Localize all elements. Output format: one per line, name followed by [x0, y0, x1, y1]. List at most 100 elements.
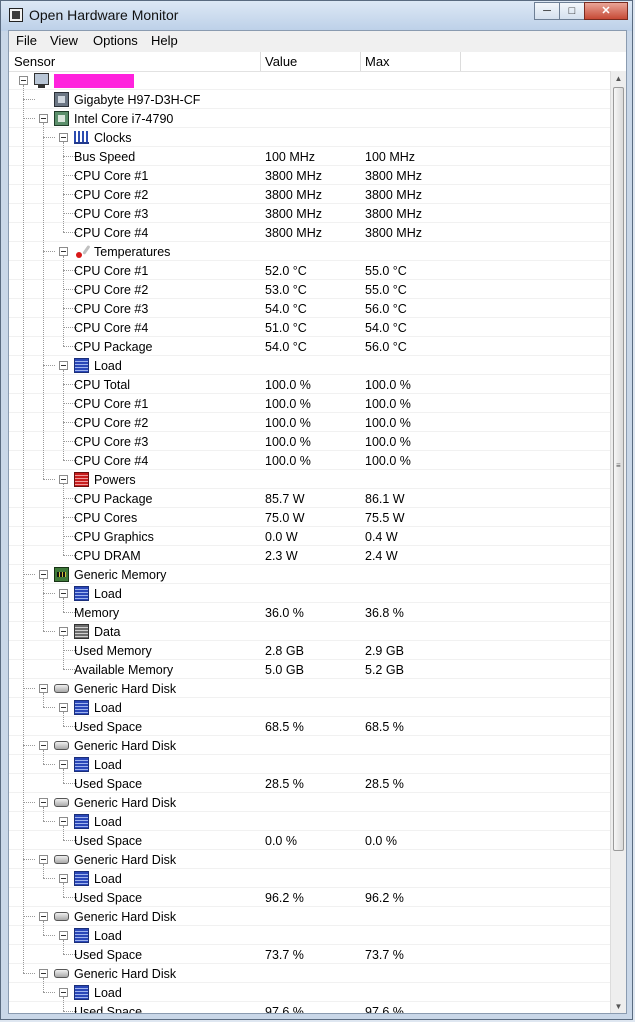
- tree-node-row[interactable]: Generic Memory: [9, 565, 610, 584]
- collapse-toggle-icon[interactable]: [59, 627, 68, 636]
- sensor-row[interactable]: CPU Core #3 54.0 °C 56.0 °C: [9, 299, 610, 318]
- sensor-row[interactable]: Used Space 68.5 % 68.5 %: [9, 717, 610, 736]
- tree-node-row[interactable]: Generic Hard Disk: [9, 907, 610, 926]
- tree-node-row[interactable]: Load: [9, 812, 610, 831]
- sensor-row[interactable]: CPU Core #2 53.0 °C 55.0 °C: [9, 280, 610, 299]
- collapse-toggle-icon[interactable]: [19, 76, 28, 85]
- close-button[interactable]: ✕: [584, 2, 628, 20]
- sensor-row[interactable]: Memory 36.0 % 36.8 %: [9, 603, 610, 622]
- menu-bar: File View Options Help: [9, 31, 626, 53]
- scroll-thumb[interactable]: ≡: [613, 87, 624, 851]
- menu-view[interactable]: View: [47, 33, 81, 48]
- sensor-row[interactable]: CPU Graphics 0.0 W 0.4 W: [9, 527, 610, 546]
- sensor-row[interactable]: Bus Speed 100 MHz 100 MHz: [9, 147, 610, 166]
- tree-node-row[interactable]: Clocks: [9, 128, 610, 147]
- column-divider[interactable]: [460, 52, 461, 71]
- tree-node-row[interactable]: Load: [9, 983, 610, 1002]
- app-icon[interactable]: [9, 8, 23, 22]
- scroll-down-arrow-icon[interactable]: ▼: [611, 999, 626, 1013]
- sensor-row[interactable]: CPU Cores 75.0 W 75.5 W: [9, 508, 610, 527]
- scroll-up-arrow-icon[interactable]: ▲: [611, 71, 626, 87]
- tree-node-row[interactable]: Intel Core i7-4790: [9, 109, 610, 128]
- vertical-scrollbar[interactable]: ▲ ≡ ▼: [610, 71, 626, 1013]
- collapse-toggle-icon[interactable]: [39, 570, 48, 579]
- collapse-toggle-icon[interactable]: [39, 798, 48, 807]
- sensor-row[interactable]: CPU Total 100.0 % 100.0 %: [9, 375, 610, 394]
- menu-help[interactable]: Help: [148, 33, 181, 48]
- sensor-row[interactable]: CPU Core #2 100.0 % 100.0 %: [9, 413, 610, 432]
- tree-node-row[interactable]: Powers: [9, 470, 610, 489]
- sensor-row[interactable]: CPU Core #3 3800 MHz 3800 MHz: [9, 204, 610, 223]
- column-divider[interactable]: [260, 52, 261, 71]
- sensor-row[interactable]: Used Space 73.7 % 73.7 %: [9, 945, 610, 964]
- tree-node-row[interactable]: Gigabyte H97-D3H-CF: [9, 90, 610, 109]
- sensor-max: 3800 MHz: [365, 188, 422, 202]
- sensor-value: 54.0 °C: [265, 340, 307, 354]
- maximize-button[interactable]: □: [559, 2, 585, 20]
- collapse-toggle-icon[interactable]: [59, 760, 68, 769]
- tree-node-row[interactable]: Generic Hard Disk: [9, 793, 610, 812]
- tree-node-row[interactable]: Temperatures: [9, 242, 610, 261]
- sensor-row[interactable]: CPU Package 54.0 °C 56.0 °C: [9, 337, 610, 356]
- collapse-toggle-icon[interactable]: [59, 361, 68, 370]
- collapse-toggle-icon[interactable]: [59, 988, 68, 997]
- tree-node-row[interactable]: Load: [9, 869, 610, 888]
- tree-node-row[interactable]: Load: [9, 926, 610, 945]
- sensor-row[interactable]: CPU Package 85.7 W 86.1 W: [9, 489, 610, 508]
- sensor-row[interactable]: Used Memory 2.8 GB 2.9 GB: [9, 641, 610, 660]
- sensor-value: 5.0 GB: [265, 663, 304, 677]
- tree-node-row[interactable]: [9, 71, 610, 90]
- collapse-toggle-icon[interactable]: [59, 475, 68, 484]
- collapse-toggle-icon[interactable]: [39, 969, 48, 978]
- sensor-row[interactable]: Used Space 28.5 % 28.5 %: [9, 774, 610, 793]
- tree-node-row[interactable]: Generic Hard Disk: [9, 736, 610, 755]
- sensor-row[interactable]: Used Space 96.2 % 96.2 %: [9, 888, 610, 907]
- sensor-row[interactable]: Used Space 97.6 % 97.6 %: [9, 1002, 610, 1013]
- collapse-toggle-icon[interactable]: [59, 247, 68, 256]
- collapse-toggle-icon[interactable]: [59, 874, 68, 883]
- menu-file[interactable]: File: [13, 33, 40, 48]
- collapse-toggle-icon[interactable]: [39, 741, 48, 750]
- sensor-row[interactable]: CPU Core #4 100.0 % 100.0 %: [9, 451, 610, 470]
- tree-node-row[interactable]: Data: [9, 622, 610, 641]
- sensor-row[interactable]: CPU Core #1 52.0 °C 55.0 °C: [9, 261, 610, 280]
- sensor-label: CPU Total: [74, 378, 131, 392]
- collapse-toggle-icon[interactable]: [59, 589, 68, 598]
- column-sensor[interactable]: Sensor: [14, 54, 55, 69]
- collapse-toggle-icon[interactable]: [59, 133, 68, 142]
- sensor-tree[interactable]: Gigabyte H97-D3H-CF Intel Core i7-4790 Clo…: [9, 71, 610, 1013]
- sensor-row[interactable]: CPU Core #1 100.0 % 100.0 %: [9, 394, 610, 413]
- menu-options[interactable]: Options: [90, 33, 141, 48]
- tree-node-row[interactable]: Load: [9, 356, 610, 375]
- collapse-toggle-icon[interactable]: [39, 855, 48, 864]
- sensor-row[interactable]: CPU Core #3 100.0 % 100.0 %: [9, 432, 610, 451]
- sensor-row[interactable]: CPU Core #2 3800 MHz 3800 MHz: [9, 185, 610, 204]
- sensor-row[interactable]: CPU Core #1 3800 MHz 3800 MHz: [9, 166, 610, 185]
- tree-node-row[interactable]: Load: [9, 584, 610, 603]
- title-bar[interactable]: Open Hardware Monitor ─ □ ✕: [1, 1, 632, 31]
- sensor-label: CPU Core #2: [74, 416, 149, 430]
- column-divider[interactable]: [360, 52, 361, 71]
- sensor-row[interactable]: CPU Core #4 3800 MHz 3800 MHz: [9, 223, 610, 242]
- tree-node-row[interactable]: Generic Hard Disk: [9, 679, 610, 698]
- sensor-label: CPU Core #3: [74, 435, 149, 449]
- tree-node-row[interactable]: Generic Hard Disk: [9, 850, 610, 869]
- minimize-button[interactable]: ─: [534, 2, 560, 20]
- column-value[interactable]: Value: [265, 54, 297, 69]
- column-max[interactable]: Max: [365, 54, 390, 69]
- collapse-toggle-icon[interactable]: [59, 817, 68, 826]
- tree-node-row[interactable]: Generic Hard Disk: [9, 964, 610, 983]
- sensor-row[interactable]: Available Memory 5.0 GB 5.2 GB: [9, 660, 610, 679]
- collapse-toggle-icon[interactable]: [59, 703, 68, 712]
- tree-node-row[interactable]: Load: [9, 755, 610, 774]
- collapse-toggle-icon[interactable]: [39, 912, 48, 921]
- collapse-toggle-icon[interactable]: [39, 114, 48, 123]
- collapse-toggle-icon[interactable]: [59, 931, 68, 940]
- sensor-label: CPU Core #1: [74, 397, 149, 411]
- tree-node-row[interactable]: Load: [9, 698, 610, 717]
- sensor-row[interactable]: CPU Core #4 51.0 °C 54.0 °C: [9, 318, 610, 337]
- collapse-toggle-icon[interactable]: [39, 684, 48, 693]
- sensor-row[interactable]: Used Space 0.0 % 0.0 %: [9, 831, 610, 850]
- sensor-row[interactable]: CPU DRAM 2.3 W 2.4 W: [9, 546, 610, 565]
- tree-guide-line: [63, 370, 64, 460]
